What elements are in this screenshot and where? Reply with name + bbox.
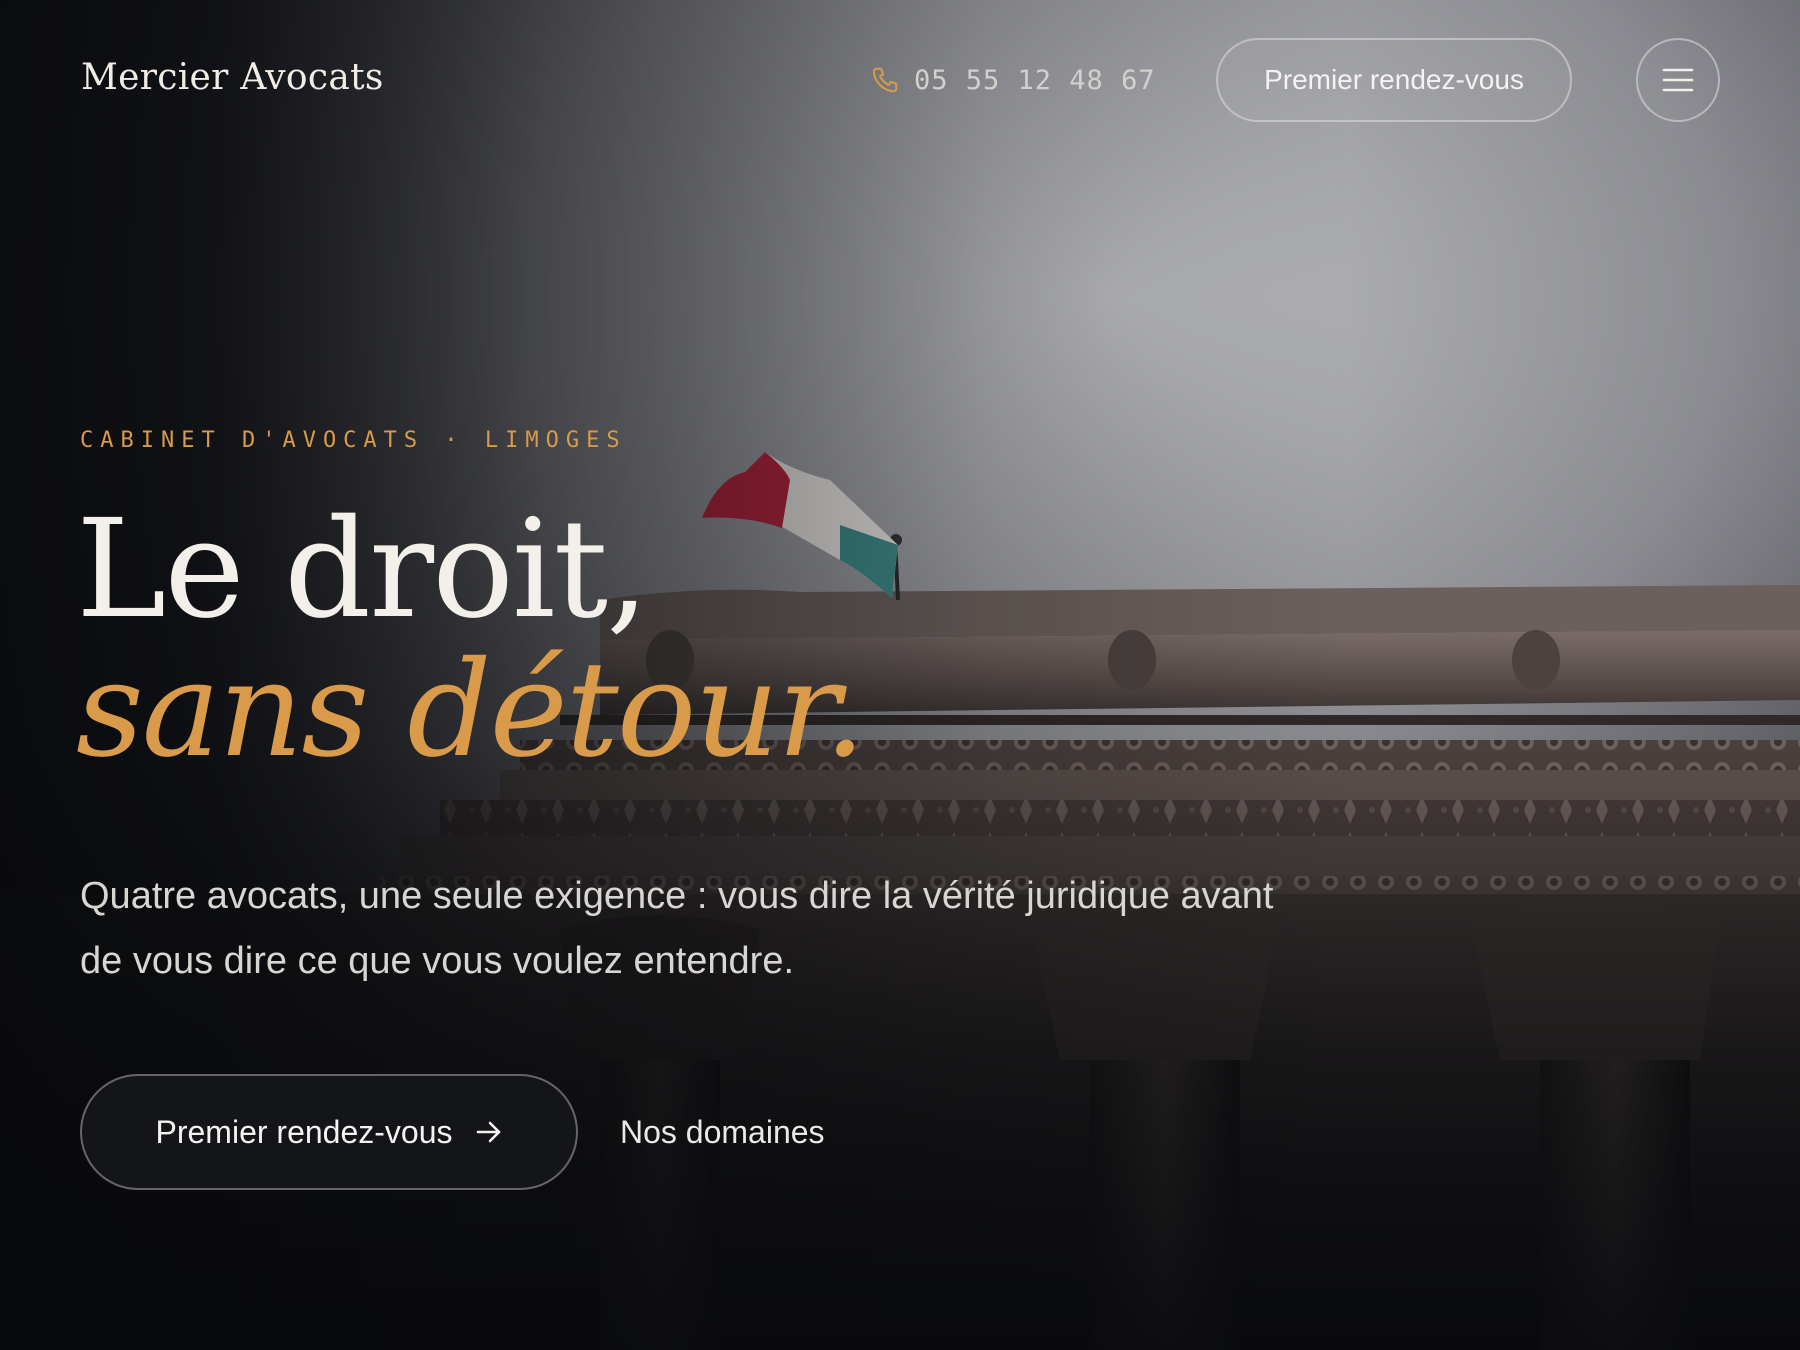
- arrow-right-icon: [476, 1121, 500, 1143]
- domains-link[interactable]: Nos domaines: [620, 1108, 825, 1156]
- primary-appointment-label: Premier rendez-vous: [155, 1113, 453, 1150]
- phone-icon: [872, 67, 898, 93]
- hero-eyebrow: CABINET D'AVOCATS · LIMOGES: [80, 428, 627, 453]
- primary-appointment-button[interactable]: Premier rendez-vous: [80, 1074, 578, 1190]
- hero-section: Mercier Avocats 05 55 12 48 67 Premier r…: [0, 0, 1800, 1350]
- hero-headline: Le droit, sans détour.: [76, 491, 866, 787]
- phone-link[interactable]: 05 55 12 48 67: [870, 58, 1156, 102]
- hamburger-menu-icon: [1662, 68, 1694, 92]
- headline-line-2: sans détour.: [76, 633, 866, 787]
- brand-logo[interactable]: Mercier Avocats: [81, 54, 384, 102]
- phone-number: 05 55 12 48 67: [914, 64, 1156, 96]
- menu-button[interactable]: [1636, 38, 1720, 122]
- header-appointment-button[interactable]: Premier rendez-vous: [1216, 38, 1572, 122]
- headline-line-1: Le droit,: [76, 491, 649, 649]
- hero-lead-paragraph: Quatre avocats, une seule exigence : vou…: [80, 875, 1274, 982]
